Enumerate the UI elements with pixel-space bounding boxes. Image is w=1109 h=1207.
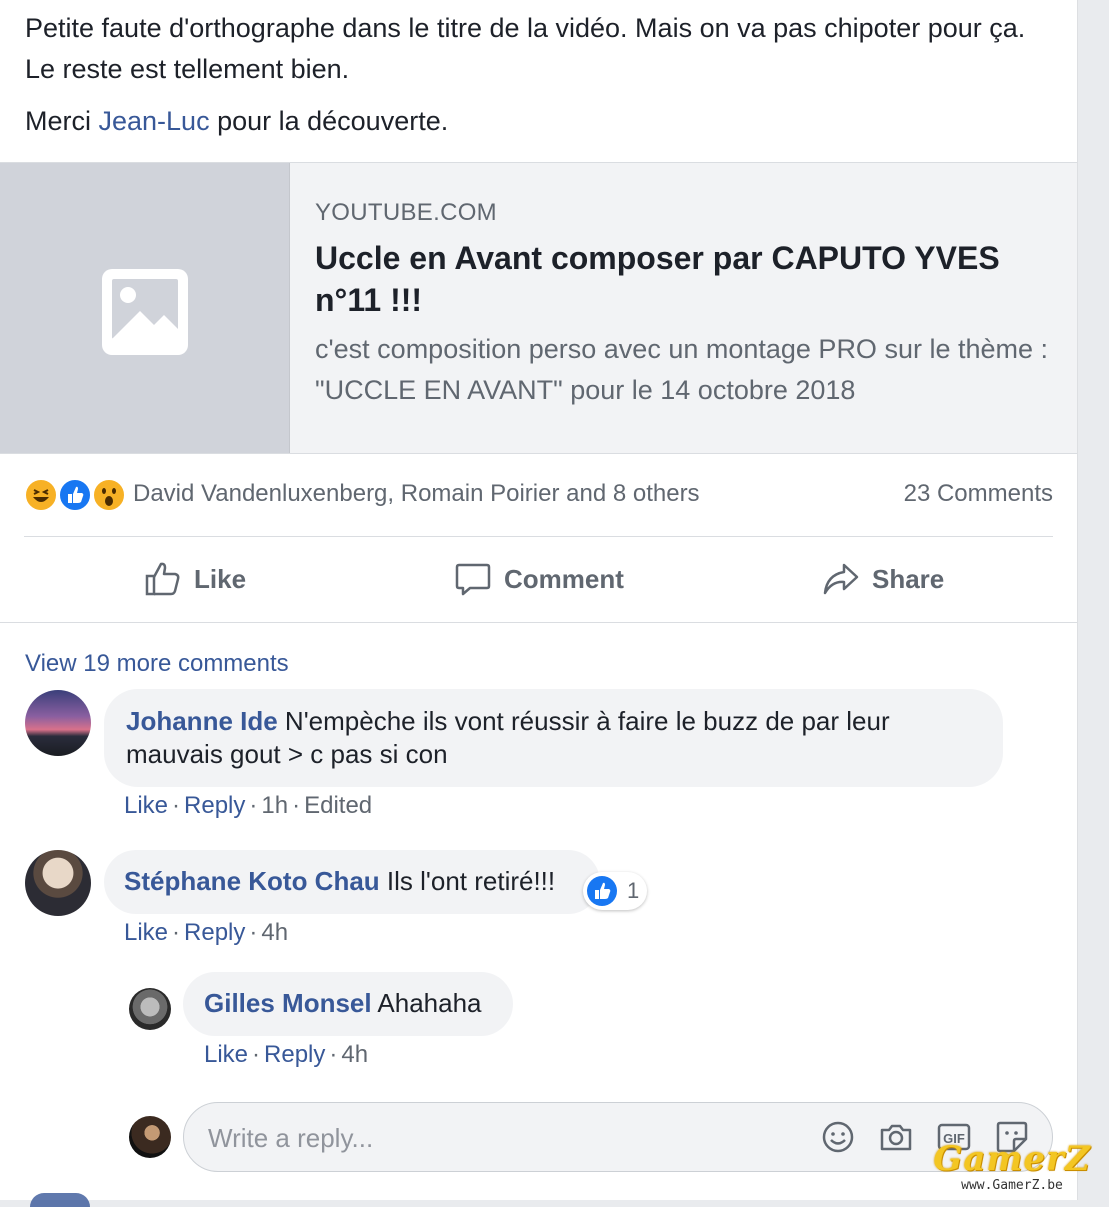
share-arrow-icon	[823, 563, 859, 595]
share-button[interactable]: Share	[822, 557, 944, 601]
reply-bubble: Gilles Monsel Ahahaha	[183, 972, 513, 1036]
post-text-line2: Merci Jean-Luc pour la découverte.	[25, 101, 1055, 142]
divider	[0, 622, 1077, 623]
link-thumbnail	[0, 163, 290, 453]
camera-icon[interactable]	[878, 1119, 916, 1157]
watermark-logo: GamerZ	[933, 1139, 1091, 1179]
link-title[interactable]: Uccle en Avant composer par CAPUTO YVES …	[315, 237, 1055, 321]
comment-bubble: Stéphane Koto Chau Ils l'ont retiré!!!	[104, 850, 600, 914]
current-user-avatar[interactable]	[129, 1116, 171, 1158]
reply-author[interactable]: Gilles Monsel	[204, 988, 372, 1018]
like-reaction-icon	[58, 478, 92, 512]
post-text: Petite faute d'orthographe dans le titre…	[25, 8, 1055, 142]
like-reaction-icon	[587, 876, 617, 906]
comment-meta: Like · Reply · 1h · Edited	[124, 792, 373, 819]
reaction-count: 1	[627, 878, 640, 903]
thumbs-up-icon	[145, 562, 180, 596]
avatar[interactable]	[25, 690, 91, 756]
link-domain: YOUTUBE.COM	[315, 199, 497, 226]
reaction-names[interactable]: David Vandenluxenberg, Romain Poirier an…	[133, 480, 700, 508]
comment-bubble-icon	[455, 563, 491, 596]
image-placeholder-icon	[102, 269, 188, 355]
reply-reply-link[interactable]: Reply	[264, 1041, 325, 1068]
reply-meta: Like · Reply · 4h	[204, 1041, 369, 1068]
comment-time[interactable]: 1h	[261, 792, 288, 819]
comment-like-link[interactable]: Like	[124, 792, 168, 819]
comment-edited[interactable]: Edited	[304, 792, 372, 819]
comment-bubble: Johanne Ide N'empèche ils vont réussir à…	[104, 689, 1003, 787]
comment-meta: Like · Reply · 4h	[124, 919, 289, 946]
post-text-merci: Merci	[25, 106, 99, 136]
comment-reply-link[interactable]: Reply	[184, 919, 245, 946]
reply-time[interactable]: 4h	[341, 1041, 368, 1068]
wow-reaction-icon	[92, 478, 126, 512]
divider	[24, 536, 1053, 537]
watermark: GamerZ www.GamerZ.be	[922, 1142, 1102, 1193]
post-card: Petite faute d'orthographe dans le titre…	[0, 0, 1078, 1207]
reply-input[interactable]	[206, 1117, 800, 1159]
link-preview[interactable]: YOUTUBE.COM Uccle en Avant composer par …	[0, 162, 1077, 454]
reply-like-link[interactable]: Like	[204, 1041, 248, 1068]
watermark-url: www.GamerZ.be	[961, 1178, 1063, 1193]
emoji-icon[interactable]	[820, 1119, 858, 1157]
reaction-icons	[24, 478, 126, 512]
view-more-comments-link[interactable]: View 19 more comments	[25, 650, 289, 678]
comment-reply-link[interactable]: Reply	[184, 792, 245, 819]
avatar[interactable]	[129, 988, 171, 1030]
next-avatar-peek	[30, 1193, 90, 1207]
comment-button[interactable]: Comment	[454, 557, 624, 601]
link-description: c'est composition perso avec un montage …	[315, 334, 1049, 405]
comment-like-link[interactable]: Like	[124, 919, 168, 946]
comment-time[interactable]: 4h	[261, 919, 288, 946]
share-label: Share	[872, 563, 945, 594]
like-label: Like	[194, 563, 247, 594]
haha-reaction-icon	[24, 478, 58, 512]
comments-count[interactable]: 23 Comments	[904, 480, 1053, 508]
post-actions: Like Comment Share	[0, 545, 1077, 615]
post-text-line1: Petite faute d'orthographe dans le titre…	[25, 13, 1026, 84]
avatar[interactable]	[25, 850, 91, 916]
reply-text: Ahahaha	[371, 988, 482, 1018]
like-button[interactable]: Like	[144, 557, 246, 601]
comment-author[interactable]: Stéphane Koto Chau	[124, 866, 380, 896]
mention-link[interactable]: Jean-Luc	[99, 106, 210, 136]
comment-label: Comment	[504, 563, 624, 594]
comment-author[interactable]: Johanne Ide	[126, 706, 278, 736]
comment-text: Ils l'ont retiré!!!	[379, 866, 556, 896]
post-text-after: pour la découverte.	[209, 106, 449, 136]
comment-reaction-badge[interactable]: 1	[583, 872, 647, 910]
